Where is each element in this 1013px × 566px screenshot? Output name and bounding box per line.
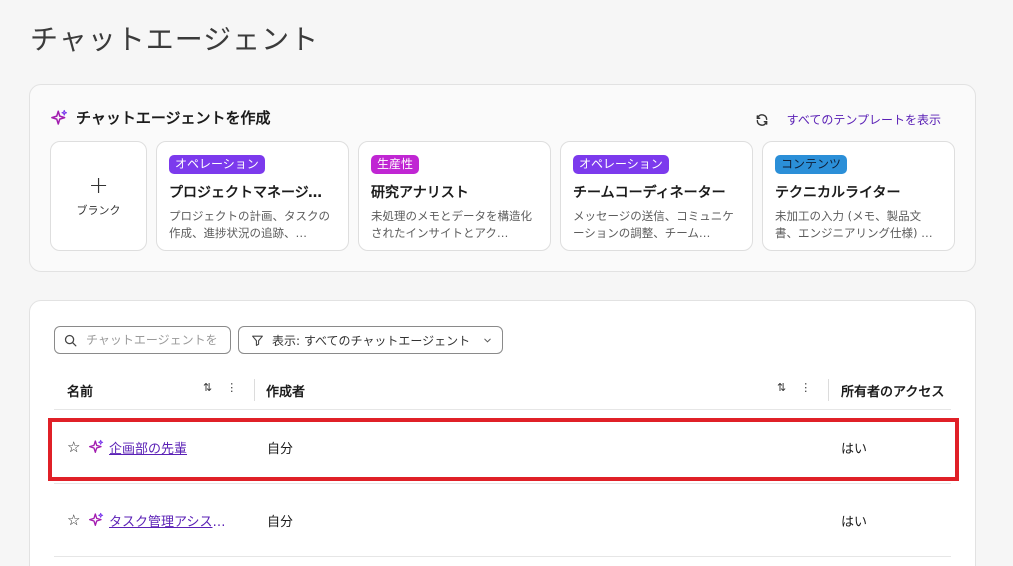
- column-header-creator[interactable]: 作成者: [266, 381, 305, 400]
- template-description: プロジェクトの計画、タスクの作成、進捗状況の追跡、…: [169, 209, 330, 240]
- template-list: + ブランク オペレーション プロジェクトマネージャー プロジェクトの計画、タス…: [50, 141, 955, 251]
- column-divider: [828, 379, 829, 401]
- search-box[interactable]: [54, 326, 231, 354]
- plus-icon: +: [88, 171, 109, 199]
- template-card[interactable]: オペレーション プロジェクトマネージャー プロジェクトの計画、タスクの作成、進捗…: [156, 141, 349, 251]
- category-badge: 生産性: [371, 155, 420, 174]
- template-card[interactable]: コンテンツ テクニカルライター 未加工の入力 (メモ、製品文書、エンジニアリング…: [762, 141, 955, 251]
- category-badge: オペレーション: [169, 155, 265, 174]
- template-card[interactable]: 生産性 研究アナリスト 未処理のメモとデータを構造化されたインサイトとアク…: [358, 141, 551, 251]
- creator-cell: 自分: [267, 441, 294, 457]
- sparkle-icon: [89, 439, 104, 453]
- sort-icon[interactable]: ⇅: [777, 381, 786, 394]
- template-name: チームコーディネーター: [573, 185, 726, 201]
- search-input[interactable]: [86, 333, 218, 347]
- filter-dropdown[interactable]: 表示: すべてのチャットエージェント: [238, 326, 503, 354]
- column-tools-creator: ⇅ ⋮: [777, 381, 811, 394]
- table-row[interactable]: ☆ タスク管理アシスタント 自分 はい: [54, 490, 952, 550]
- blank-label: ブランク: [76, 204, 121, 217]
- star-icon[interactable]: ☆: [67, 438, 80, 456]
- star-icon[interactable]: ☆: [67, 511, 80, 529]
- sparkle-icon: [51, 109, 68, 125]
- show-all-templates-link[interactable]: すべてのテンプレートを表示: [787, 111, 941, 128]
- template-card[interactable]: オペレーション チームコーディネーター メッセージの送信、コミュニケーションの調…: [560, 141, 753, 251]
- chevron-down-icon: [484, 338, 491, 343]
- refresh-icon[interactable]: [755, 113, 769, 127]
- page-title: チャットエージェント: [30, 23, 320, 56]
- template-description: メッセージの送信、コミュニケーションの調整、チーム…: [573, 209, 734, 240]
- header-divider: [54, 409, 951, 410]
- template-description: 未加工の入力 (メモ、製品文書、エンジニアリング仕様) …: [775, 209, 933, 240]
- template-description: 未処理のメモとデータを構造化されたインサイトとアク…: [371, 209, 532, 240]
- agent-name-link[interactable]: 企画部の先輩: [109, 438, 237, 457]
- filter-label: 表示: すべてのチャットエージェント: [272, 333, 471, 348]
- row-divider: [54, 483, 951, 484]
- template-name: テクニカルライター: [775, 185, 901, 201]
- blank-template-card[interactable]: + ブランク: [50, 141, 147, 251]
- creator-cell: 自分: [267, 514, 294, 530]
- create-agent-panel: チャットエージェントを作成 すべてのテンプレートを表示 + ブランク オペレーシ…: [29, 84, 976, 272]
- table-row[interactable]: ☆ 企画部の先輩 自分 はい: [54, 417, 952, 477]
- column-header-name[interactable]: 名前: [67, 381, 93, 400]
- more-options-icon[interactable]: ⋮: [226, 381, 237, 394]
- column-header-access[interactable]: 所有者のアクセス: [841, 381, 944, 400]
- column-divider: [254, 379, 255, 401]
- template-name: 研究アナリスト: [371, 185, 469, 201]
- category-badge: オペレーション: [573, 155, 669, 174]
- more-options-icon[interactable]: ⋮: [800, 381, 811, 394]
- agent-name-link[interactable]: タスク管理アシスタント: [109, 511, 237, 530]
- agent-list-panel: 表示: すべてのチャットエージェント 名前 ⇅ ⋮ 作成者 ⇅ ⋮ 所有者のアク…: [29, 300, 976, 566]
- template-name: プロジェクトマネージャー: [169, 185, 336, 201]
- sparkle-icon: [89, 512, 104, 526]
- row-divider: [54, 556, 951, 557]
- create-section-title: チャットエージェントを作成: [76, 109, 271, 127]
- filter-icon: [252, 335, 263, 346]
- category-badge: コンテンツ: [775, 155, 848, 174]
- column-tools-name: ⇅ ⋮: [203, 381, 237, 394]
- show-all-templates: すべてのテンプレートを表示: [755, 111, 941, 128]
- sort-icon[interactable]: ⇅: [203, 381, 212, 394]
- search-icon: [64, 334, 77, 346]
- access-cell: はい: [841, 514, 868, 530]
- create-header: チャットエージェントを作成: [50, 107, 271, 128]
- access-cell: はい: [841, 441, 868, 457]
